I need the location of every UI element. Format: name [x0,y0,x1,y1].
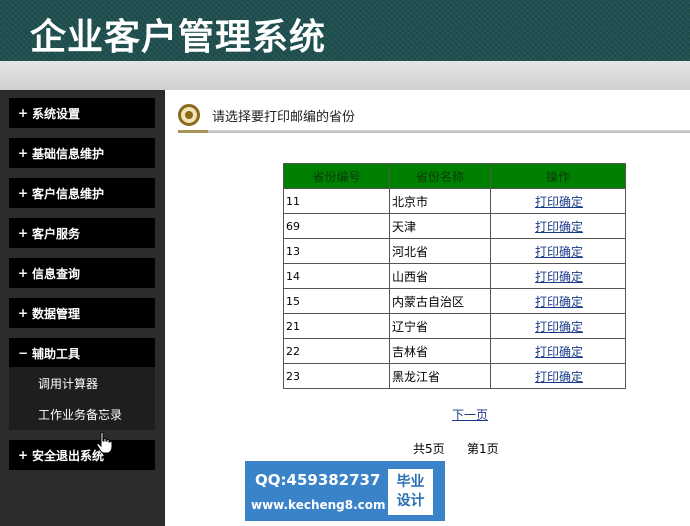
province-name: 北京市 [389,188,491,214]
app-title: 企业客户管理系统 [30,16,327,58]
province-code: 11 [283,188,390,214]
submenu-item-calculator[interactable]: 调用计算器 [38,375,98,392]
watermark-logo: 毕业 设计 [388,469,433,515]
column-header-name: 省份名称 [389,163,491,189]
print-confirm-link[interactable]: 打印确定 [535,195,583,209]
province-code: 69 [283,213,390,239]
province-table: 省份编号 省份名称 操作 11 北京市 打印确定 69 天津 打印确定 13 河… [283,163,626,389]
menu-item-label: 信息查询 [32,266,81,281]
menu-item-basic-info[interactable]: + 基础信息维护 [9,138,155,168]
table-header-row: 省份编号 省份名称 操作 [283,163,626,189]
sidebar: + 系统设置 + 基础信息维护 + 客户信息维护 + 客户服务 + 信息查询 +… [0,90,165,526]
table-row: 11 北京市 打印确定 [283,188,626,214]
province-name: 辽宁省 [389,313,491,339]
header-strip [0,61,690,90]
menu-item-customer-info[interactable]: + 客户信息维护 [9,178,155,208]
menu-item-label: 基础信息维护 [32,146,105,161]
menu-item-system-settings[interactable]: + 系统设置 [9,98,155,128]
menu-item-data-management[interactable]: + 数据管理 [9,298,155,328]
watermark-line2: 设计 [396,493,425,509]
province-name: 黑龙江省 [389,363,491,389]
action-cell: 打印确定 [490,238,626,264]
print-confirm-link[interactable]: 打印确定 [535,320,583,334]
submenu-item-memo[interactable]: 工作业务备忘录 [38,406,122,423]
current-page: 第1页 [467,442,499,456]
next-page-link[interactable]: 下一页 [452,406,488,423]
menu-item-label: 安全退出系统 [32,448,105,463]
province-name: 天津 [389,213,491,239]
menu-item-aux-tools[interactable]: − 辅助工具 [9,338,155,368]
province-name: 山西省 [389,263,491,289]
page-title: 请选择要打印邮编的省份 [212,109,356,125]
print-confirm-link[interactable]: 打印确定 [535,345,583,359]
total-pages: 共5页 [413,442,445,456]
province-name: 河北省 [389,238,491,264]
province-code: 14 [283,263,390,289]
watermark-badge: QQ:459382737 www.kecheng8.com 毕业 设计 [245,461,445,521]
hand-cursor-icon [96,432,112,454]
column-header-action: 操作 [490,163,626,189]
expand-icon: + [18,226,29,240]
expand-icon: + [18,306,29,320]
title-divider [178,130,690,133]
action-cell: 打印确定 [490,313,626,339]
action-cell: 打印确定 [490,288,626,314]
ring-icon [178,104,200,126]
expand-icon: + [18,448,29,462]
print-confirm-link[interactable]: 打印确定 [535,245,583,259]
province-code: 22 [283,338,390,364]
province-code: 21 [283,313,390,339]
menu-item-label: 系统设置 [32,106,81,121]
action-cell: 打印确定 [490,263,626,289]
province-code: 15 [283,288,390,314]
province-code: 13 [283,238,390,264]
table-row: 23 黑龙江省 打印确定 [283,363,626,389]
table-row: 21 辽宁省 打印确定 [283,313,626,339]
action-cell: 打印确定 [490,188,626,214]
watermark-line1: 毕业 [396,474,425,490]
menu-item-label: 辅助工具 [32,346,81,361]
menu-item-label: 客户服务 [32,226,81,241]
header-banner: 企业客户管理系统 [0,0,690,61]
print-confirm-link[interactable]: 打印确定 [535,370,583,384]
menu-item-label: 客户信息维护 [32,186,105,201]
action-cell: 打印确定 [490,213,626,239]
menu-item-label: 数据管理 [32,306,81,321]
expand-icon: + [18,266,29,280]
menu-item-logout[interactable]: + 安全退出系统 [9,440,155,470]
print-confirm-link[interactable]: 打印确定 [535,270,583,284]
table-row: 13 河北省 打印确定 [283,238,626,264]
action-cell: 打印确定 [490,338,626,364]
menu-item-customer-service[interactable]: + 客户服务 [9,218,155,248]
province-name: 吉林省 [389,338,491,364]
province-name: 内蒙古自治区 [389,288,491,314]
table-row: 15 内蒙古自治区 打印确定 [283,288,626,314]
expand-icon: + [18,146,29,160]
province-code: 23 [283,363,390,389]
table-row: 14 山西省 打印确定 [283,263,626,289]
menu-item-info-query[interactable]: + 信息查询 [9,258,155,288]
table-row: 69 天津 打印确定 [283,213,626,239]
watermark-url: www.kecheng8.com [251,498,386,512]
expand-icon: + [18,186,29,200]
action-cell: 打印确定 [490,363,626,389]
print-confirm-link[interactable]: 打印确定 [535,220,583,234]
expand-icon: + [18,106,29,120]
print-confirm-link[interactable]: 打印确定 [535,295,583,309]
watermark-qq: QQ:459382737 [255,471,381,489]
collapse-icon: − [18,346,29,360]
table-row: 22 吉林省 打印确定 [283,338,626,364]
column-header-code: 省份编号 [283,163,390,189]
page-header: 请选择要打印邮编的省份 [178,100,690,130]
